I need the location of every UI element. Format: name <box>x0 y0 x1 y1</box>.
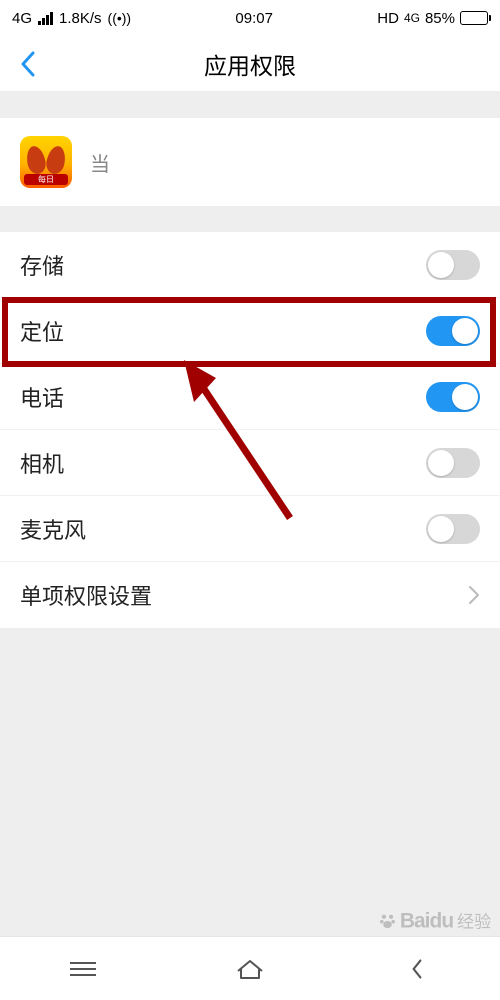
status-left: 4G 1.8K/s ((•)) <box>12 10 131 27</box>
perm-row-camera[interactable]: 相机 <box>0 430 500 496</box>
status-time: 09:07 <box>235 10 273 27</box>
perm-row-storage[interactable]: 存储 <box>0 232 500 298</box>
toggle-camera[interactable] <box>426 448 480 478</box>
permissions-list: 存储 定位 电话 相机 麦克风 单项权限设置 <box>0 232 500 628</box>
status-right: HD 4G 85% <box>377 10 488 27</box>
toggle-mic[interactable] <box>426 514 480 544</box>
perm-row-mic[interactable]: 麦克风 <box>0 496 500 562</box>
back-nav-button[interactable] <box>397 949 437 989</box>
perm-label-storage: 存储 <box>20 249 64 281</box>
app-icon-tag: 每日 <box>24 174 68 185</box>
hamburger-icon <box>70 958 96 980</box>
signal-icon <box>38 12 53 25</box>
toggle-storage[interactable] <box>426 250 480 280</box>
page-title: 应用权限 <box>0 47 500 81</box>
hotspot-icon: ((•)) <box>108 10 132 26</box>
recent-apps-button[interactable] <box>63 949 103 989</box>
system-nav-bar <box>0 936 500 1000</box>
app-icon: 每日 <box>20 136 72 188</box>
paw-icon <box>379 912 396 929</box>
battery-icon <box>460 11 488 25</box>
status-bar: 4G 1.8K/s ((•)) 09:07 HD 4G 85% <box>0 0 500 36</box>
watermark: Baidu 经验 <box>379 909 491 934</box>
section-gap-2 <box>0 206 500 232</box>
perm-label-mic: 麦克风 <box>20 513 86 545</box>
nav-header: 应用权限 <box>0 36 500 92</box>
hd-label: HD <box>377 10 399 27</box>
network-type: 4G <box>12 10 32 27</box>
app-name: 当 <box>90 148 110 177</box>
perm-row-phone[interactable]: 电话 <box>0 364 500 430</box>
chevron-left-icon <box>410 958 424 980</box>
battery-pct: 85% <box>425 10 455 27</box>
perm-row-location[interactable]: 定位 <box>0 298 500 364</box>
watermark-brand: Baidu <box>400 909 453 934</box>
chevron-left-icon <box>20 51 36 77</box>
home-icon <box>235 957 265 981</box>
home-button[interactable] <box>230 949 270 989</box>
perm-label-camera: 相机 <box>20 447 64 479</box>
net-speed: 1.8K/s <box>59 10 102 27</box>
section-gap <box>0 92 500 118</box>
back-button[interactable] <box>8 44 48 84</box>
toggle-phone[interactable] <box>426 382 480 412</box>
app-info-section: 每日 当 <box>0 118 500 206</box>
perm-label-single: 单项权限设置 <box>20 579 152 611</box>
toggle-location[interactable] <box>426 316 480 346</box>
watermark-cn: 经验 <box>457 909 491 934</box>
chevron-right-icon <box>468 585 480 605</box>
perm-label-location: 定位 <box>20 315 64 347</box>
perm-label-phone: 电话 <box>20 381 64 413</box>
net-gen: 4G <box>404 12 420 24</box>
perm-row-single-settings[interactable]: 单项权限设置 <box>0 562 500 628</box>
